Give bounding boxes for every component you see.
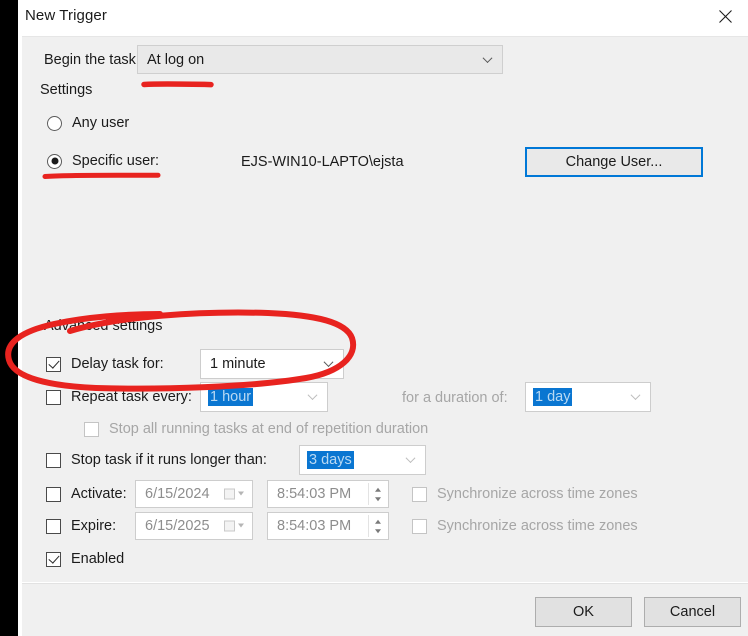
specific-user-value: EJS-WIN10-LAPTO\ejsta: [241, 154, 404, 170]
activate-time-spinner[interactable]: [368, 483, 386, 505]
activate-time-field[interactable]: 8:54:03 PM: [267, 480, 389, 508]
checkbox-stop-task-longer-label: Stop task if it runs longer than:: [71, 452, 267, 468]
new-trigger-dialog: New Trigger Begin the task: At log on Se…: [18, 0, 748, 636]
checkbox-stop-all-running-indicator: [84, 421, 99, 437]
stop-task-longer-value: 3 days: [307, 451, 354, 469]
checkbox-activate-sync-label: Synchronize across time zones: [437, 486, 638, 502]
checkbox-delay-task[interactable]: Delay task for:: [46, 356, 164, 372]
close-icon: [718, 9, 732, 23]
calendar-dropdown-icon: [224, 488, 244, 501]
checkbox-expire-indicator: [46, 518, 61, 534]
expire-time-value: 8:54:03 PM: [277, 518, 352, 534]
advanced-settings-group-label: Advanced settings: [44, 318, 163, 334]
chevron-down-icon: [325, 359, 334, 368]
radio-any-user-indicator: [47, 115, 62, 131]
activate-date-field[interactable]: 6/15/2024: [135, 480, 253, 508]
begin-task-combo[interactable]: At log on: [137, 45, 503, 74]
checkbox-activate-label: Activate:: [71, 486, 127, 502]
radio-any-user[interactable]: Any user: [47, 115, 129, 131]
spinner-up-icon[interactable]: [369, 515, 386, 526]
activate-time-value: 8:54:03 PM: [277, 486, 352, 502]
duration-value: 1 day: [533, 388, 573, 406]
checkbox-stop-all-running-label: Stop all running tasks at end of repetit…: [109, 421, 429, 437]
radio-specific-user-label: Specific user:: [72, 153, 160, 169]
checkbox-delay-task-indicator: [46, 356, 61, 372]
activate-date-value: 6/15/2024: [145, 486, 210, 502]
checkbox-activate-indicator: [46, 486, 61, 502]
expire-time-spinner[interactable]: [368, 515, 386, 537]
checkbox-stop-all-running[interactable]: Stop all running tasks at end of repetit…: [84, 421, 428, 437]
cancel-button[interactable]: Cancel: [644, 597, 741, 627]
expire-date-field[interactable]: 6/15/2025: [135, 512, 253, 540]
stop-task-longer-combo[interactable]: 3 days: [299, 445, 426, 475]
checkbox-enabled-label: Enabled: [71, 551, 125, 567]
dialog-footer: OK Cancel: [22, 583, 748, 636]
duration-label: for a duration of:: [402, 390, 508, 406]
chevron-down-icon: [632, 392, 641, 401]
checkbox-activate-sync-timezones[interactable]: Synchronize across time zones: [412, 486, 638, 502]
checkbox-repeat-task-indicator: [46, 389, 61, 405]
title-bar: New Trigger: [18, 0, 748, 36]
spinner-up-icon[interactable]: [369, 483, 386, 494]
dialog-body: Begin the task: At log on Settings Any u…: [22, 36, 748, 582]
settings-group-label: Settings: [40, 82, 93, 98]
repeat-task-combo[interactable]: 1 hour: [200, 382, 328, 412]
checkbox-expire-sync-timezones[interactable]: Synchronize across time zones: [412, 518, 638, 534]
checkbox-stop-task-longer-indicator: [46, 452, 61, 468]
checkbox-activate-sync-indicator: [412, 486, 427, 502]
checkbox-repeat-task[interactable]: Repeat task every:: [46, 389, 192, 405]
calendar-dropdown-icon: [224, 520, 244, 533]
delay-task-value: 1 minute: [210, 356, 266, 372]
ok-button[interactable]: OK: [535, 597, 632, 627]
checkbox-expire-sync-indicator: [412, 518, 427, 534]
checkbox-repeat-task-label: Repeat task every:: [71, 389, 192, 405]
repeat-task-value: 1 hour: [208, 388, 254, 406]
expire-date-value: 6/15/2025: [145, 518, 210, 534]
checkbox-enabled-indicator: [46, 551, 61, 567]
radio-specific-user-indicator: [47, 153, 62, 169]
checkbox-expire-sync-label: Synchronize across time zones: [437, 518, 638, 534]
begin-task-label: Begin the task:: [44, 52, 140, 68]
spinner-down-icon[interactable]: [369, 494, 386, 505]
checkbox-activate[interactable]: Activate:: [46, 486, 127, 502]
expire-time-field[interactable]: 8:54:03 PM: [267, 512, 389, 540]
close-button[interactable]: [702, 0, 748, 32]
radio-specific-user[interactable]: Specific user:: [47, 153, 159, 169]
checkbox-expire-label: Expire:: [71, 518, 117, 534]
duration-combo[interactable]: 1 day: [525, 382, 651, 412]
radio-any-user-label: Any user: [72, 115, 130, 131]
screenshot-root: New Trigger Begin the task: At log on Se…: [0, 0, 748, 636]
checkbox-expire[interactable]: Expire:: [46, 518, 116, 534]
chevron-down-icon: [484, 54, 493, 63]
begin-task-value: At log on: [147, 51, 205, 68]
spinner-down-icon[interactable]: [369, 526, 386, 537]
checkbox-delay-task-label: Delay task for:: [71, 356, 164, 372]
change-user-button[interactable]: Change User...: [525, 147, 703, 177]
desktop-background-strip: [0, 0, 18, 636]
chevron-down-icon: [309, 392, 318, 401]
window-title: New Trigger: [25, 7, 107, 24]
checkbox-enabled[interactable]: Enabled: [46, 551, 124, 567]
chevron-down-icon: [407, 455, 416, 464]
delay-task-combo[interactable]: 1 minute: [200, 349, 344, 379]
checkbox-stop-task-longer[interactable]: Stop task if it runs longer than:: [46, 452, 267, 468]
